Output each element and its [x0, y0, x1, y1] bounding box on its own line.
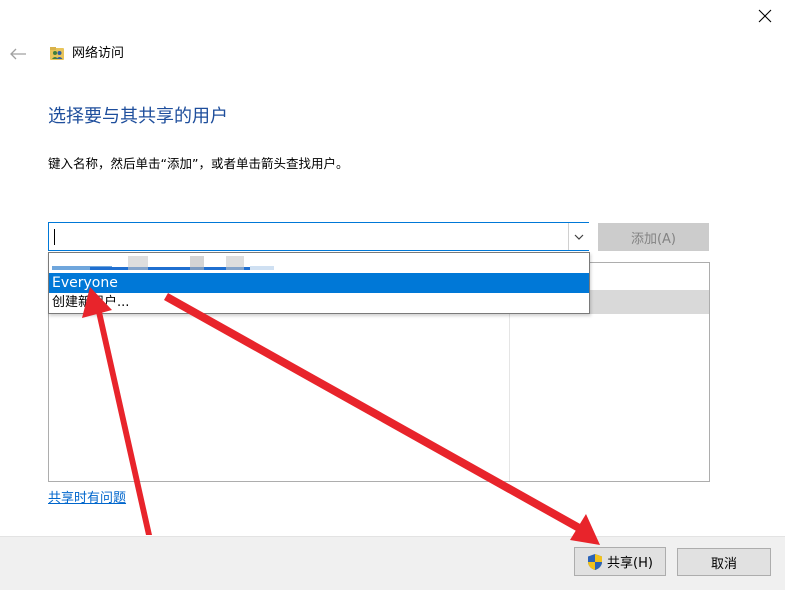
close-icon — [758, 9, 772, 23]
dropdown-item-everyone[interactable]: Everyone — [49, 273, 589, 293]
add-button[interactable]: 添加(A) — [598, 223, 709, 251]
cancel-button[interactable]: 取消 — [677, 548, 771, 576]
redacted-user-entry[interactable] — [50, 254, 588, 273]
uac-shield-icon — [588, 553, 603, 570]
user-name-combobox[interactable] — [48, 222, 589, 251]
dropdown-item-create-user[interactable]: 创建新用户... — [49, 293, 589, 313]
users-folder-icon — [49, 45, 65, 61]
combo-dropdown-button[interactable] — [568, 223, 589, 250]
share-button-label: 共享(H) — [607, 556, 653, 571]
back-arrow-icon — [10, 48, 26, 60]
back-button[interactable] — [8, 44, 28, 64]
sharing-help-link[interactable]: 共享时有问题 — [48, 490, 126, 508]
close-button[interactable] — [745, 0, 785, 32]
instruction-text: 键入名称，然后单击“添加”，或者单击箭头查找用户。 — [48, 156, 349, 171]
window-title: 网络访问 — [72, 46, 125, 61]
share-button[interactable]: 共享(H) — [574, 547, 666, 576]
page-heading: 选择要与其共享的用户 — [48, 106, 228, 127]
footer-bar — [0, 536, 785, 590]
text-caret — [54, 229, 55, 245]
chevron-down-icon — [574, 234, 584, 240]
